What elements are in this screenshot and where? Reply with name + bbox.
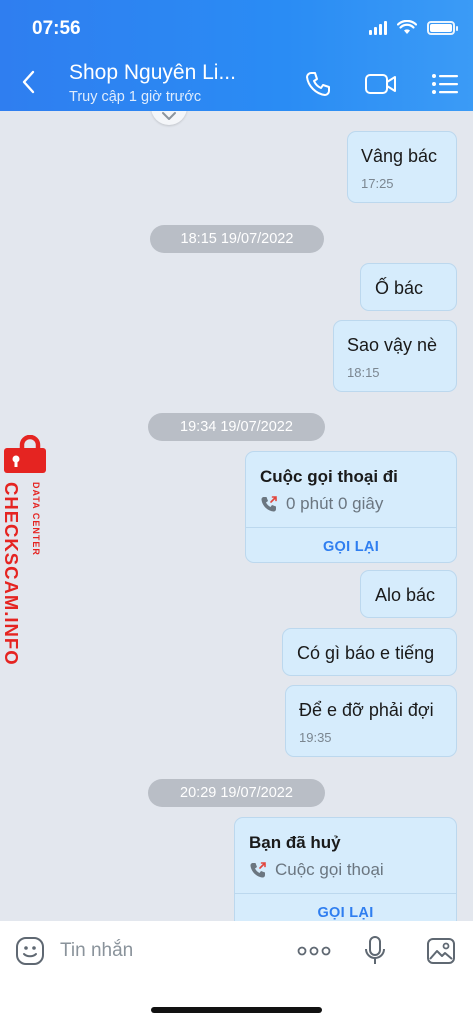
checkscam-watermark: CHECKSCAM.INFO DATA CENTER: [0, 435, 56, 675]
emoji-icon: [16, 937, 44, 965]
call-card-outgoing: Cuộc gọi thoại đi 0 phút 0 giây GỌI LẠI: [245, 451, 457, 563]
message-bubble[interactable]: Để e đỡ phải đợi 19:35: [285, 685, 457, 757]
voice-call-button[interactable]: [300, 66, 336, 102]
message-list[interactable]: Vâng bác 17:25 18:15 19/07/2022 Ố bác Sa…: [0, 111, 473, 921]
home-area: [0, 981, 473, 1024]
home-indicator[interactable]: [151, 1007, 322, 1013]
message-bubble[interactable]: Alo bác: [360, 570, 457, 618]
call-title: Cuộc gọi thoại đi: [260, 467, 398, 486]
date-separator: 18:15 19/07/2022: [150, 225, 324, 253]
message-time: 19:35: [299, 730, 332, 745]
watermark-subtext: DATA CENTER: [31, 482, 41, 556]
message-input-bar: Tin nhắn: [0, 921, 473, 981]
call-detail: 0 phút 0 giây: [260, 494, 383, 514]
message-bubble[interactable]: Sao vậy nè 18:15: [333, 320, 457, 392]
scroll-to-top-button[interactable]: [151, 111, 187, 125]
last-seen-status: Truy cập 1 giờ trước: [69, 89, 202, 105]
image-icon: [427, 938, 455, 964]
video-camera-icon: [365, 74, 396, 94]
message-bubble[interactable]: Ố bác: [360, 263, 457, 311]
call-type: Cuộc gọi thoại: [275, 860, 384, 879]
watermark-text: CHECKSCAM.INFO: [1, 482, 22, 666]
call-duration: 0 phút 0 giây: [286, 494, 384, 513]
chevron-left-icon: [22, 70, 35, 94]
sticker-button[interactable]: [13, 934, 47, 968]
menu-list-icon: [432, 74, 458, 94]
message-text: Alo bác: [375, 585, 436, 605]
message-bubble[interactable]: Vâng bác 17:25: [347, 131, 457, 203]
chat-options-button[interactable]: [427, 66, 463, 102]
call-card-cancelled: Bạn đã huỷ Cuộc gọi thoại GỌI LẠI: [234, 817, 457, 921]
chat-header: 07:56 Shop Nguyên Li... Truy cập 1 giờ t…: [0, 0, 473, 111]
message-time: 18:15: [347, 365, 380, 380]
date-separator: 19:34 19/07/2022: [148, 413, 325, 441]
status-time: 07:56: [32, 18, 81, 39]
more-dots-icon: [297, 946, 331, 956]
more-options-button[interactable]: [296, 934, 332, 968]
message-text: Ố bác: [375, 278, 424, 298]
message-text: Sao vậy nè: [347, 335, 438, 355]
phone-icon: [306, 72, 330, 96]
back-button[interactable]: [14, 66, 42, 98]
call-back-button[interactable]: GỌI LẠI: [246, 528, 456, 562]
message-text: Vâng bác: [361, 146, 438, 166]
message-bubble[interactable]: Có gì báo e tiếng: [282, 628, 457, 676]
outgoing-call-icon: [261, 496, 277, 512]
signal-icon: [369, 20, 387, 35]
call-title: Bạn đã huỷ: [249, 833, 341, 852]
call-detail: Cuộc gọi thoại: [249, 860, 384, 880]
padlock-icon: [4, 435, 46, 473]
contact-name[interactable]: Shop Nguyên Li...: [69, 61, 269, 85]
message-input[interactable]: Tin nhắn: [60, 940, 133, 962]
voice-message-button[interactable]: [358, 934, 392, 968]
message-text: Để e đỡ phải đợi: [299, 700, 434, 720]
video-call-button[interactable]: [363, 66, 399, 102]
message-time: 17:25: [361, 176, 394, 191]
battery-icon: [427, 20, 458, 35]
chevron-down-icon: [162, 112, 176, 120]
date-separator: 20:29 19/07/2022: [148, 779, 325, 807]
microphone-icon: [365, 936, 385, 964]
message-text: Có gì báo e tiếng: [297, 643, 435, 663]
outgoing-call-icon: [250, 862, 266, 878]
send-image-button[interactable]: [424, 934, 458, 968]
call-back-button[interactable]: GỌI LẠI: [235, 894, 456, 921]
wifi-icon: [397, 20, 417, 34]
status-icons: [369, 20, 458, 35]
